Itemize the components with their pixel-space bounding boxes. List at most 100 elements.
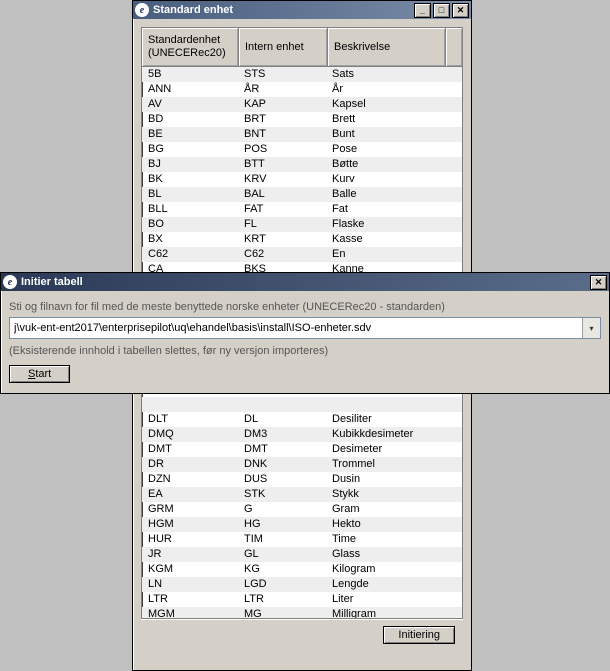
table-row[interactable]: BJBTTBøtte <box>142 157 462 172</box>
table-row[interactable]: DLTDLDesiliter <box>142 412 462 427</box>
scroll-header-spacer <box>446 28 462 66</box>
table-row[interactable]: BLBALBalle <box>142 187 462 202</box>
table-row[interactable]: C62C62En <box>142 247 462 262</box>
table-row[interactable]: LNLGDLengde <box>142 577 462 592</box>
cell-beskrivelse: Kapsel <box>326 97 462 112</box>
cell-beskrivelse: Hekto <box>326 517 462 532</box>
cell-standard: HUR <box>142 532 238 547</box>
app-icon: e <box>135 3 149 17</box>
cell-standard: AV <box>142 97 238 112</box>
cell-standard: DR <box>142 457 238 472</box>
cell-beskrivelse: Desimeter <box>326 442 462 457</box>
cell-standard: HGM <box>142 517 238 532</box>
cell-beskrivelse: Bøtte <box>326 157 462 172</box>
cell-beskrivelse: Time <box>326 532 462 547</box>
table-row[interactable]: AVKAPKapsel <box>142 97 462 112</box>
col-header-beskrivelse[interactable]: Beskrivelse <box>328 28 446 66</box>
cell-beskrivelse: Stykk <box>326 487 462 502</box>
table-row[interactable]: JRGLGlass <box>142 547 462 562</box>
table-row[interactable]: EASTKStykk <box>142 487 462 502</box>
cell-beskrivelse: Brett <box>326 112 462 127</box>
cell-standard: BLL <box>142 202 238 217</box>
cell-beskrivelse: Kubikkdesimeter <box>326 427 462 442</box>
cell-intern: KRT <box>238 232 326 247</box>
table-row[interactable]: DZNDUSDusin <box>142 472 462 487</box>
cell-intern: STK <box>238 487 326 502</box>
cell-intern: BRT <box>238 112 326 127</box>
table-row[interactable] <box>142 397 462 412</box>
cell-intern: G <box>238 502 326 517</box>
cell-standard: GRM <box>142 502 238 517</box>
cell-intern: HG <box>238 517 326 532</box>
cell-standard <box>142 397 238 412</box>
table-row[interactable]: ANNÅRÅr <box>142 82 462 97</box>
table-row[interactable]: DMTDMTDesimeter <box>142 442 462 457</box>
cell-standard: BX <box>142 232 238 247</box>
cell-beskrivelse: Liter <box>326 592 462 607</box>
table-row[interactable]: BKKRVKurv <box>142 172 462 187</box>
dialog-note: (Eksisterende innhold i tabellen slettes… <box>9 345 601 357</box>
cell-intern: GL <box>238 547 326 562</box>
table-row[interactable]: BGPOSPose <box>142 142 462 157</box>
table-row[interactable]: KGMKGKilogram <box>142 562 462 577</box>
main-title: Standard enhet <box>153 4 414 16</box>
cell-standard: MGM <box>142 607 238 619</box>
app-icon: e <box>3 275 17 289</box>
table-row[interactable]: 5BSTSSats <box>142 67 462 82</box>
window-buttons: _ □ ✕ <box>414 3 469 18</box>
cell-intern: FL <box>238 217 326 232</box>
cell-beskrivelse: Milligram <box>326 607 462 619</box>
cell-standard: 5B <box>142 67 238 82</box>
table-row[interactable]: BOFLFlaske <box>142 217 462 232</box>
col-header-intern[interactable]: Intern enhet <box>239 28 328 66</box>
cell-beskrivelse: Kilogram <box>326 562 462 577</box>
cell-standard: BD <box>142 112 238 127</box>
table-row[interactable]: DMQDM3Kubikkdesimeter <box>142 427 462 442</box>
path-input[interactable] <box>10 318 582 338</box>
cell-beskrivelse: Kasse <box>326 232 462 247</box>
cell-intern: POS <box>238 142 326 157</box>
initiering-button[interactable]: Initiering <box>383 626 455 644</box>
table-row[interactable]: BXKRTKasse <box>142 232 462 247</box>
cell-standard: BO <box>142 217 238 232</box>
start-button[interactable]: Start <box>9 365 70 383</box>
cell-standard: BG <box>142 142 238 157</box>
dialog-title: Initier tabell <box>21 276 590 288</box>
dialog-window: e Initier tabell ✕ Sti og filnavn for fi… <box>0 272 610 394</box>
cell-beskrivelse: Sats <box>326 67 462 82</box>
cell-intern: LTR <box>238 592 326 607</box>
dialog-window-buttons: ✕ <box>590 275 607 290</box>
close-button[interactable]: ✕ <box>452 3 469 18</box>
col-header-standard[interactable]: Standardenhet (UNECERec20) <box>142 28 239 66</box>
cell-intern: DUS <box>238 472 326 487</box>
dialog-close-button[interactable]: ✕ <box>590 275 607 290</box>
minimize-button[interactable]: _ <box>414 3 431 18</box>
table-row[interactable]: HGMHGHekto <box>142 517 462 532</box>
cell-standard: BL <box>142 187 238 202</box>
cell-beskrivelse: Fat <box>326 202 462 217</box>
table-row[interactable]: BEBNTBunt <box>142 127 462 142</box>
dropdown-icon[interactable]: ▾ <box>582 318 600 338</box>
cell-intern: STS <box>238 67 326 82</box>
table-row[interactable]: HURTIMTime <box>142 532 462 547</box>
cell-beskrivelse: Gram <box>326 502 462 517</box>
cell-standard: C62 <box>142 247 238 262</box>
cell-intern: MG <box>238 607 326 619</box>
cell-standard: DMQ <box>142 427 238 442</box>
cell-intern: KG <box>238 562 326 577</box>
cell-intern: BAL <box>238 187 326 202</box>
cell-intern: KRV <box>238 172 326 187</box>
cell-intern: TIM <box>238 532 326 547</box>
dialog-titlebar[interactable]: e Initier tabell ✕ <box>1 273 609 291</box>
table-row[interactable]: LTRLTRLiter <box>142 592 462 607</box>
maximize-button[interactable]: □ <box>433 3 450 18</box>
cell-intern: BNT <box>238 127 326 142</box>
table-row[interactable]: BLLFATFat <box>142 202 462 217</box>
table-row[interactable]: MGMMGMilligram <box>142 607 462 619</box>
table-row[interactable]: BDBRTBrett <box>142 112 462 127</box>
cell-standard: DMT <box>142 442 238 457</box>
path-combobox[interactable]: ▾ <box>9 317 601 339</box>
table-row[interactable]: GRMGGram <box>142 502 462 517</box>
table-row[interactable]: DRDNKTrommel <box>142 457 462 472</box>
main-titlebar[interactable]: e Standard enhet _ □ ✕ <box>133 1 471 19</box>
